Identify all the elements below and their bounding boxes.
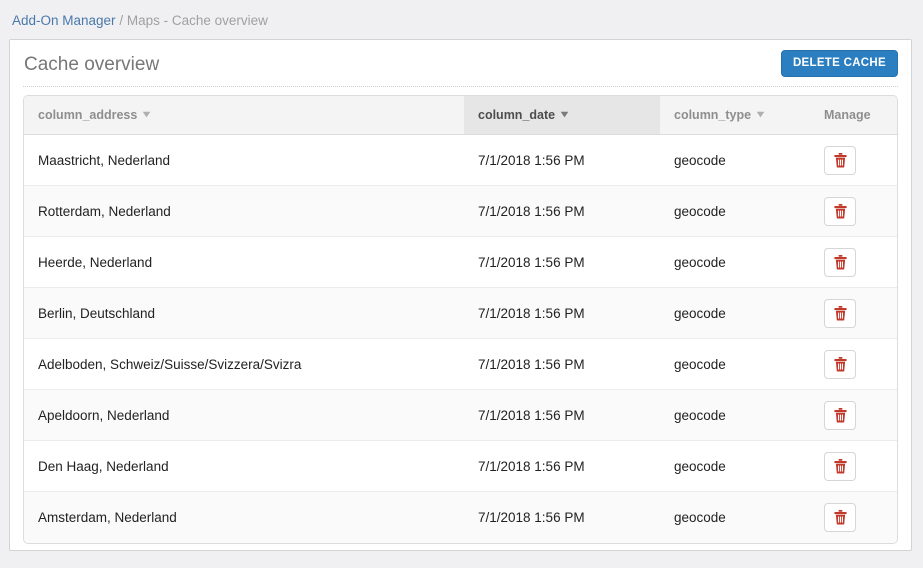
cell-type: geocode — [660, 491, 810, 543]
trash-icon — [833, 254, 847, 270]
cell-type: geocode — [660, 185, 810, 237]
delete-row-button[interactable] — [824, 247, 856, 277]
column-header-manage-label: Manage — [824, 108, 871, 122]
table-row: Amsterdam, Nederland 7/1/2018 1:56 PM ge… — [24, 491, 897, 543]
cell-manage — [810, 287, 897, 339]
cell-type: geocode — [660, 236, 810, 288]
header-divider — [23, 86, 898, 87]
delete-row-button[interactable] — [824, 349, 856, 379]
cache-table-container: column_address ▾ column_date ▾ column_type… — [23, 95, 898, 544]
column-header-date-label: column_date — [478, 108, 556, 122]
delete-row-button[interactable] — [824, 196, 856, 226]
panel-header: Cache overview DELETE CACHE — [10, 40, 911, 86]
column-header-type[interactable]: column_type ▾ — [660, 96, 810, 135]
cell-manage — [810, 134, 897, 186]
delete-row-button[interactable] — [824, 145, 856, 175]
trash-icon — [833, 152, 847, 168]
cache-table-body: Maastricht, Nederland 7/1/2018 1:56 PM g… — [24, 134, 897, 543]
table-row: Apeldoorn, Nederland 7/1/2018 1:56 PM ge… — [24, 389, 897, 441]
chevron-down-icon: ▾ — [561, 109, 569, 120]
trash-icon — [833, 305, 847, 321]
table-row: Maastricht, Nederland 7/1/2018 1:56 PM g… — [24, 134, 897, 186]
table-row: Rotterdam, Nederland 7/1/2018 1:56 PM ge… — [24, 185, 897, 237]
delete-row-button[interactable] — [824, 400, 856, 430]
column-header-manage: Manage — [810, 96, 897, 135]
cell-address: Heerde, Nederland — [24, 236, 464, 288]
table-row: Berlin, Deutschland 7/1/2018 1:56 PM geo… — [24, 287, 897, 339]
cell-address: Rotterdam, Nederland — [24, 185, 464, 237]
delete-row-button[interactable] — [824, 502, 856, 532]
cell-date: 7/1/2018 1:56 PM — [464, 491, 660, 543]
trash-icon — [833, 509, 847, 525]
cell-manage — [810, 389, 897, 441]
cell-address: Apeldoorn, Nederland — [24, 389, 464, 441]
cell-address: Maastricht, Nederland — [24, 134, 464, 186]
cell-address: Den Haag, Nederland — [24, 440, 464, 492]
cell-type: geocode — [660, 389, 810, 441]
column-header-type-label: column_type — [674, 108, 752, 122]
cell-date: 7/1/2018 1:56 PM — [464, 185, 660, 237]
cell-manage — [810, 236, 897, 288]
table-row: Adelboden, Schweiz/Suisse/Svizzera/Svizr… — [24, 338, 897, 390]
table-row: Den Haag, Nederland 7/1/2018 1:56 PM geo… — [24, 440, 897, 492]
breadcrumb-current-page: Maps - Cache overview — [126, 13, 268, 28]
breadcrumb: Add-On Manager / Maps - Cache overview — [0, 0, 923, 29]
cell-manage — [810, 491, 897, 543]
cell-manage — [810, 338, 897, 390]
chevron-down-icon: ▾ — [143, 109, 151, 120]
breadcrumb-link-addon-manager[interactable]: Add-On Manager — [12, 13, 116, 28]
cell-date: 7/1/2018 1:56 PM — [464, 287, 660, 339]
column-header-address-label: column_address — [38, 108, 138, 122]
cell-date: 7/1/2018 1:56 PM — [464, 389, 660, 441]
column-header-date[interactable]: column_date ▾ — [464, 96, 660, 135]
cache-overview-panel: Cache overview DELETE CACHE column_addre… — [9, 39, 912, 551]
trash-icon — [833, 356, 847, 372]
cell-type: geocode — [660, 287, 810, 339]
trash-icon — [833, 458, 847, 474]
cell-type: geocode — [660, 134, 810, 186]
cell-address: Berlin, Deutschland — [24, 287, 464, 339]
cell-date: 7/1/2018 1:56 PM — [464, 440, 660, 492]
chevron-down-icon: ▾ — [757, 109, 765, 120]
cell-type: geocode — [660, 338, 810, 390]
table-header-row: column_address ▾ column_date ▾ column_type… — [24, 96, 897, 135]
delete-row-button[interactable] — [824, 298, 856, 328]
table-row: Heerde, Nederland 7/1/2018 1:56 PM geoco… — [24, 236, 897, 288]
delete-cache-button[interactable]: DELETE CACHE — [780, 50, 898, 77]
cell-manage — [810, 440, 897, 492]
cache-table: column_address ▾ column_date ▾ column_type… — [24, 96, 897, 543]
cell-date: 7/1/2018 1:56 PM — [464, 338, 660, 390]
column-header-address[interactable]: column_address ▾ — [24, 96, 464, 135]
cell-address: Adelboden, Schweiz/Suisse/Svizzera/Svizr… — [24, 338, 464, 390]
trash-icon — [833, 407, 847, 423]
cell-date: 7/1/2018 1:56 PM — [464, 236, 660, 288]
cell-manage — [810, 185, 897, 237]
trash-icon — [833, 203, 847, 219]
breadcrumb-separator: / — [115, 13, 127, 28]
page-title: Cache overview — [24, 54, 160, 75]
delete-row-button[interactable] — [824, 451, 856, 481]
cell-address: Amsterdam, Nederland — [24, 491, 464, 543]
cell-type: geocode — [660, 440, 810, 492]
cell-date: 7/1/2018 1:56 PM — [464, 134, 660, 186]
